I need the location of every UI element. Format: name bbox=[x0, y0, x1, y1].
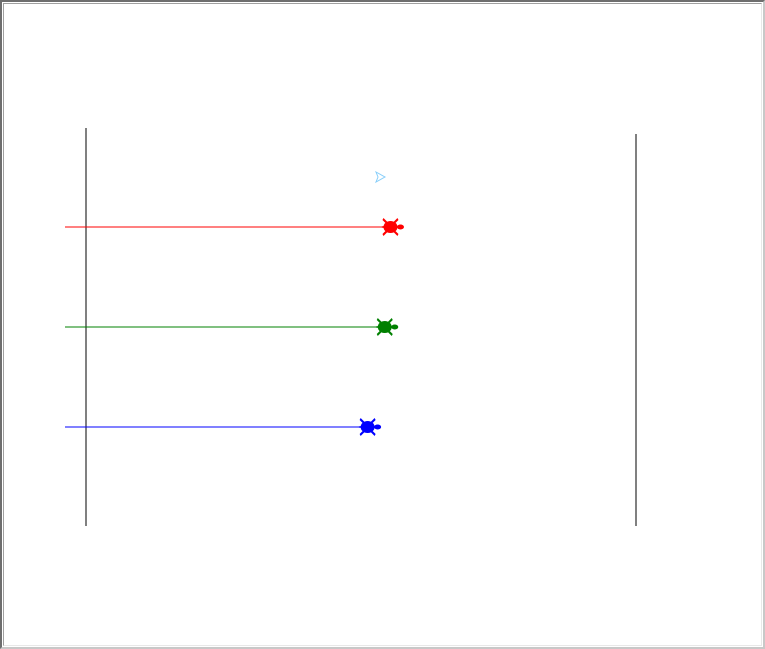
pointer-arrow-icon bbox=[375, 170, 387, 184]
turtle-blue-icon bbox=[356, 418, 382, 436]
turtle-green-icon bbox=[373, 318, 399, 336]
turtle-window bbox=[0, 0, 765, 649]
turtle-red-icon bbox=[379, 218, 404, 236]
turtle-canvas[interactable] bbox=[2, 2, 763, 647]
